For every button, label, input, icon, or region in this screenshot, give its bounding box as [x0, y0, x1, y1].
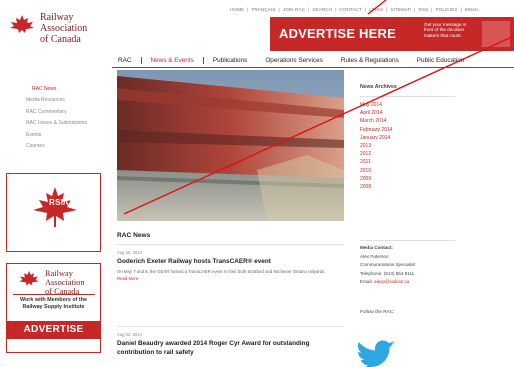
utility-link-sitemap[interactable]: SITEMAP	[390, 7, 411, 12]
nav-item-rules-regulations[interactable]: Rules & Regulations	[332, 57, 408, 64]
utility-link-email[interactable]: EMAIL	[465, 7, 479, 12]
media-contact-rule	[360, 240, 455, 241]
archive-link[interactable]: February 2014	[360, 126, 455, 134]
follow-rac-label: Follow the RAC:	[360, 310, 395, 315]
sidebar-item-courses[interactable]: Courses	[26, 141, 87, 152]
nav-underline	[112, 67, 514, 68]
maple-leaf-icon	[33, 187, 77, 227]
sidebar-item-issues-submissions[interactable]: RAC Issues & Submissions	[26, 118, 87, 129]
utility-separator: |	[247, 6, 249, 12]
archive-link[interactable]: 2010	[360, 167, 455, 175]
ad-logo-wordmark: Railway Association of Canada	[45, 269, 100, 296]
archive-link[interactable]: 2012	[360, 150, 455, 158]
archive-link[interactable]: 2008	[360, 183, 455, 191]
media-contact-email-row: Email: alexp@railcan.ca	[360, 278, 500, 287]
hero-train-image	[117, 70, 344, 221]
nav-item-publications[interactable]: Publications	[204, 57, 256, 64]
utility-separator: |	[278, 6, 280, 12]
utility-separator: |	[431, 6, 433, 12]
news-excerpt: On May 7 and 8, the GEXR hosted a TransC…	[117, 269, 326, 274]
news-headline-line2: contribution to rail safety	[117, 349, 194, 356]
utility-link-home[interactable]: HOME	[230, 7, 244, 12]
media-contact: Media Contact: Alex Paterson Communicati…	[360, 244, 500, 287]
media-contact-email-label: Email:	[360, 279, 373, 284]
news-headline-link[interactable]: Daniel Beaudry awarded 2014 Roger Cyr Aw…	[117, 339, 347, 357]
archive-link[interactable]: 2011	[360, 158, 455, 166]
archive-link[interactable]: March 2014	[360, 117, 455, 125]
archive-link[interactable]: 2013	[360, 142, 455, 150]
utility-link-francais[interactable]: FRANÇAIS	[251, 7, 275, 12]
logo-line2: of Canada	[40, 34, 81, 45]
news-heading-rule	[117, 244, 344, 245]
advertise-word: ADVERTISE	[279, 26, 356, 41]
sidebar-item-rac-commentary[interactable]: RAC Commentary	[26, 107, 87, 118]
nav-item-rac[interactable]: RAC	[112, 57, 141, 64]
archive-link[interactable]: May 2014	[360, 101, 455, 109]
read-more-link[interactable]: Read More	[117, 276, 347, 281]
rac-logo[interactable]: Railway Association of Canada	[8, 12, 118, 45]
utility-separator: |	[335, 6, 337, 12]
media-contact-email-link[interactable]: alexp@railcan.ca	[374, 279, 409, 284]
main-nav: RAC News & Events Publications Operation…	[112, 54, 514, 67]
logo-wordmark: Railway Association of Canada	[40, 12, 118, 45]
utility-link-links[interactable]: LINKS	[369, 7, 383, 12]
rsi-cma-ad[interactable]: RSI/CMA	[6, 173, 101, 252]
media-contact-heading: Media Contact:	[360, 245, 393, 250]
maple-leaf-icon	[19, 270, 39, 286]
media-contact-role: Communications Specialist	[360, 262, 416, 267]
archives-list: May 2014 April 2014 March 2014 February …	[360, 101, 455, 191]
media-contact-phone: Telephone: (613) 564 8111	[360, 270, 415, 276]
news-item: Aug 20, 2014 Goderich Exeter Railway hos…	[117, 250, 347, 281]
utility-links: HOME | FRANÇAIS | JOIN RAC | SEARCH | CO…	[230, 4, 514, 14]
news-date: Aug 20, 2014	[117, 250, 142, 255]
maple-leaf-icon	[10, 15, 34, 33]
news-archives: News Archives May 2014 April 2014 March …	[360, 84, 455, 191]
rsi-cma-title: RSI/CMA	[49, 198, 85, 207]
sidebar-nav: RAC News Media Resources RAC Commentary …	[26, 84, 87, 152]
ad-work-line2: Railway Supply Institute	[22, 304, 85, 311]
utility-link-policies[interactable]: POLICIES	[436, 7, 458, 12]
news-divider	[117, 326, 344, 327]
nav-item-news-events[interactable]: News & Events	[140, 57, 204, 64]
nav-item-public-education[interactable]: Public Education	[408, 57, 474, 64]
news-date: Aug 02, 2014	[117, 332, 142, 337]
archives-heading: News Archives	[360, 84, 397, 90]
utility-separator: |	[308, 6, 310, 12]
news-item: Aug 02, 2014 Daniel Beaudry awarded 2014…	[117, 332, 347, 357]
advertise-banner-image	[482, 21, 510, 47]
utility-link-contact[interactable]: CONTACT	[339, 7, 362, 12]
sidebar-item-media-resources[interactable]: Media Resources	[26, 95, 87, 106]
ad-work-text: Work with Members of the Railway Supply …	[7, 297, 100, 312]
media-contact-name: Alex Paterson	[360, 253, 389, 259]
ad-work-line1: Work with Members of the	[20, 297, 87, 303]
utility-link-search[interactable]: SEARCH	[312, 7, 332, 12]
news-headline-line1: Daniel Beaudry awarded 2014 Roger Cyr Aw…	[117, 340, 310, 347]
here-word: HERE	[359, 26, 396, 41]
utility-separator: |	[414, 6, 416, 12]
archive-link[interactable]: 2009	[360, 175, 455, 183]
sidebar-item-rac-news[interactable]: RAC News	[26, 84, 87, 95]
utility-link-join[interactable]: JOIN RAC	[283, 7, 305, 12]
archive-link[interactable]: January 2014	[360, 134, 455, 142]
advertise-here-button[interactable]: ADVERTISE HERE!	[7, 321, 100, 353]
ad-divider	[13, 294, 95, 295]
logo-line1: Railway Association	[40, 12, 88, 34]
ad-logo-line1: Railway Association	[45, 269, 85, 287]
archive-link[interactable]: April 2014	[360, 109, 455, 117]
sidebar-item-events[interactable]: Events	[26, 130, 87, 141]
advertise-banner-title: ADVERTISE HERE	[279, 26, 396, 41]
utility-separator: |	[364, 6, 367, 12]
nav-item-operations-services[interactable]: Operations Services	[256, 57, 332, 64]
rac-advertise-ad[interactable]: Railway Association of Canada Work with …	[6, 263, 101, 353]
utility-separator: |	[386, 6, 388, 12]
news-headline-link[interactable]: Goderich Exeter Railway hosts TransCAER®…	[117, 257, 347, 266]
utility-separator: |	[460, 6, 462, 12]
archives-rule	[360, 96, 455, 97]
advertise-banner[interactable]: ADVERTISE HERE Get your message in front…	[270, 17, 514, 51]
rac-news-heading: RAC News	[117, 232, 151, 239]
advertise-banner-subtitle: Get your message in front of the decisio…	[424, 22, 467, 38]
utility-link-rss[interactable]: RSS	[419, 7, 429, 12]
twitter-bird-icon[interactable]	[358, 340, 398, 367]
